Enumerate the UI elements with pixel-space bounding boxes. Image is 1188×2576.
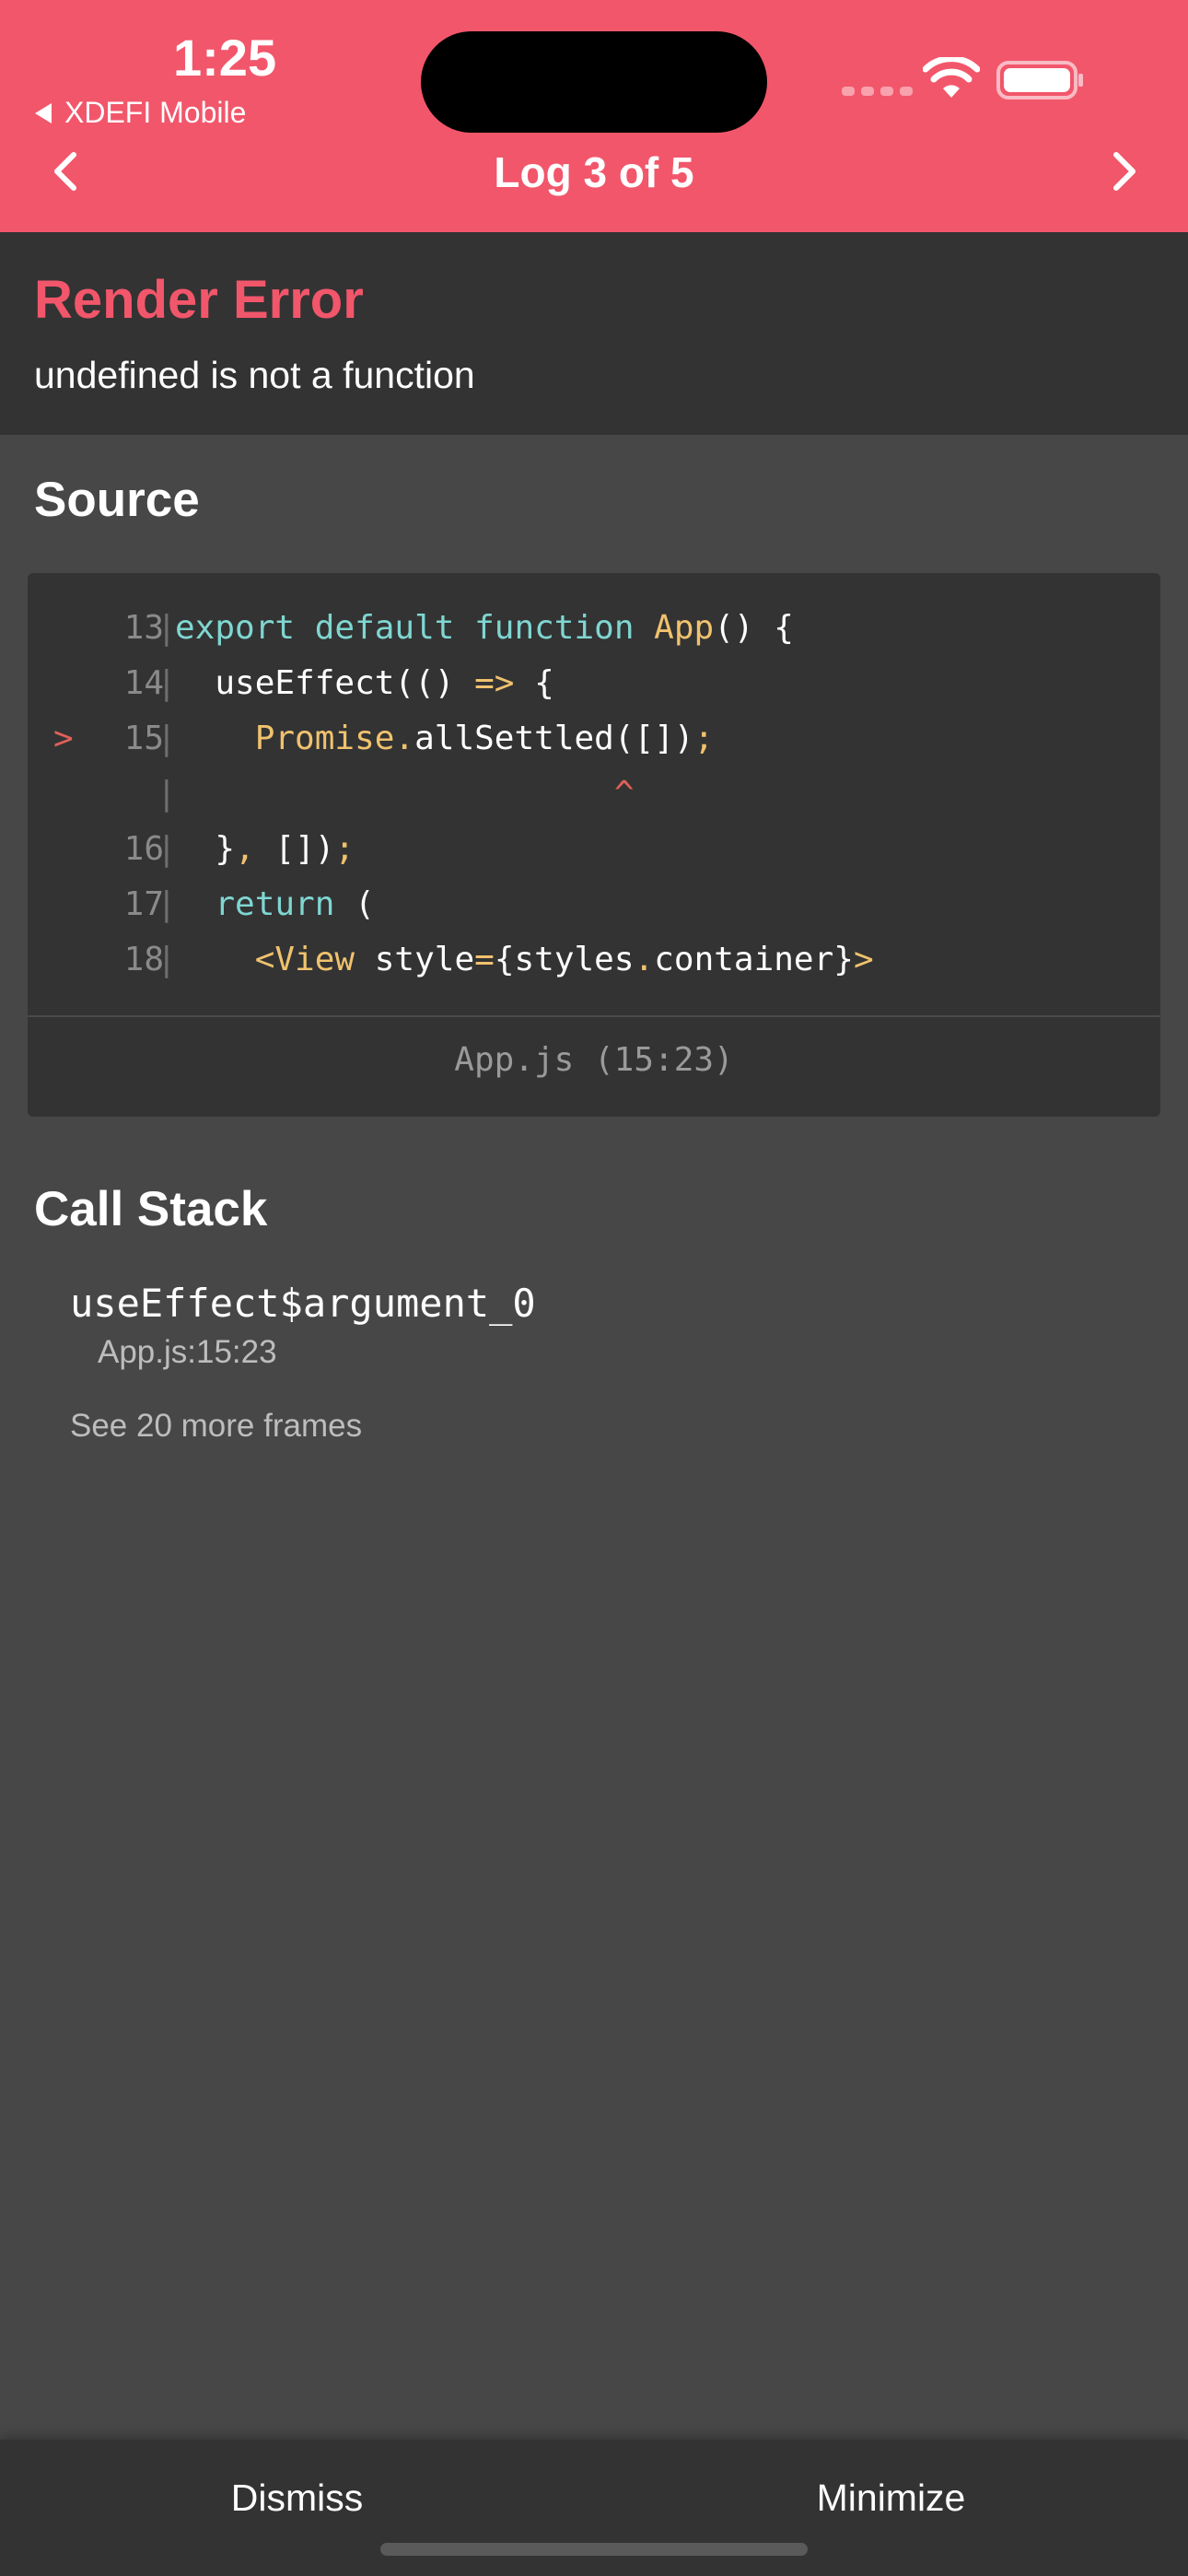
gutter-pipe: | bbox=[157, 720, 177, 757]
code-text: <View style={styles.container}> bbox=[175, 932, 874, 988]
code-token: allSettled([]) bbox=[414, 720, 694, 757]
code-token: . bbox=[634, 941, 655, 978]
code-token: container} bbox=[654, 941, 854, 978]
code-line: 16 | }, []); bbox=[28, 822, 1160, 877]
line-number: 14 bbox=[123, 664, 164, 702]
code-line: 17 | return ( bbox=[28, 877, 1160, 932]
back-app-label: XDEFI Mobile bbox=[64, 96, 247, 129]
code-token: {styles bbox=[494, 941, 635, 978]
code-token: []) bbox=[254, 830, 335, 868]
code-line: 18 | <View style={styles.container}> bbox=[28, 932, 1160, 988]
source-divider bbox=[28, 1015, 1160, 1017]
code-line: | ^ bbox=[28, 767, 1160, 822]
code-token: <View bbox=[175, 941, 355, 978]
wifi-icon bbox=[923, 57, 980, 98]
gutter-pipe: | bbox=[157, 830, 177, 868]
call-stack-heading: Call Stack bbox=[34, 1182, 268, 1236]
code-text: export default function App() { bbox=[175, 601, 794, 656]
code-text: ^ bbox=[175, 767, 635, 822]
code-token: ^ bbox=[175, 775, 635, 813]
code-text: return ( bbox=[175, 877, 375, 932]
line-number: 13 bbox=[123, 609, 164, 647]
stack-frame-name[interactable]: useEffect$argument_0 bbox=[70, 1281, 536, 1326]
error-title: Render Error bbox=[34, 270, 364, 330]
code-token: ( bbox=[334, 885, 375, 923]
code-text: Promise.allSettled([]); bbox=[175, 711, 715, 767]
line-number: 17 bbox=[123, 885, 164, 923]
gutter-pipe: | bbox=[157, 941, 177, 978]
code-token: = bbox=[474, 941, 495, 978]
gutter-pipe: | bbox=[157, 664, 177, 702]
back-triangle-icon bbox=[35, 102, 52, 123]
gutter-pipe: | bbox=[157, 609, 177, 647]
code-line: 13 | export default function App() { bbox=[28, 601, 1160, 656]
line-number: 16 bbox=[123, 830, 164, 868]
source-heading: Source bbox=[34, 473, 200, 527]
see-more-frames-button[interactable]: See 20 more frames bbox=[70, 1408, 362, 1445]
error-banner: Render Error undefined is not a function bbox=[0, 232, 1188, 435]
code-token: ; bbox=[334, 830, 355, 868]
header: 1:25 XDEFI Mobile Log 3 of 5 bbox=[0, 0, 1188, 232]
source-code-box[interactable]: 13 | export default function App() {14 | us… bbox=[28, 573, 1160, 1117]
code-token: ; bbox=[693, 720, 715, 757]
code-token: App bbox=[654, 609, 715, 647]
code-line: 14 | useEffect(() => { bbox=[28, 656, 1160, 711]
code-token: . bbox=[394, 720, 415, 757]
code-text: }, []); bbox=[175, 822, 355, 877]
gutter-pipe: | bbox=[157, 775, 177, 813]
gutter-pipe: | bbox=[157, 885, 177, 923]
line-number: 15 bbox=[123, 720, 164, 757]
code-token: style bbox=[355, 941, 475, 978]
code-text: useEffect(() => { bbox=[175, 656, 554, 711]
battery-icon bbox=[996, 61, 1083, 100]
next-log-chevron-icon[interactable] bbox=[1105, 149, 1142, 193]
log-box-screen: 1:25 XDEFI Mobile Log 3 of 5 Render Erro… bbox=[0, 0, 1188, 2576]
status-time: 1:25 bbox=[173, 29, 277, 87]
code-token: Promise bbox=[175, 720, 395, 757]
code-token: > bbox=[853, 941, 874, 978]
code-token: { bbox=[514, 664, 554, 702]
dynamic-island bbox=[421, 31, 767, 133]
code-token: return bbox=[175, 885, 335, 923]
code-line: >15 | Promise.allSettled([]); bbox=[28, 711, 1160, 767]
error-message: undefined is not a function bbox=[34, 354, 475, 396]
error-line-marker: > bbox=[53, 720, 74, 757]
cellular-signal-icon bbox=[842, 87, 913, 96]
back-to-app-link[interactable]: XDEFI Mobile bbox=[35, 96, 246, 130]
source-file-location: App.js (15:23) bbox=[454, 1041, 734, 1079]
code-token: () { bbox=[714, 609, 794, 647]
code-token: } bbox=[175, 830, 236, 868]
log-counter-title: Log 3 of 5 bbox=[494, 148, 694, 196]
line-number: 18 bbox=[123, 941, 164, 978]
code-token: export default function bbox=[175, 609, 655, 647]
code-token: => bbox=[474, 664, 515, 702]
home-indicator[interactable] bbox=[380, 2543, 808, 2556]
code-token: , bbox=[235, 830, 255, 868]
code-token: useEffect(() bbox=[175, 664, 475, 702]
stack-frame-location: App.js:15:23 bbox=[98, 1334, 277, 1370]
